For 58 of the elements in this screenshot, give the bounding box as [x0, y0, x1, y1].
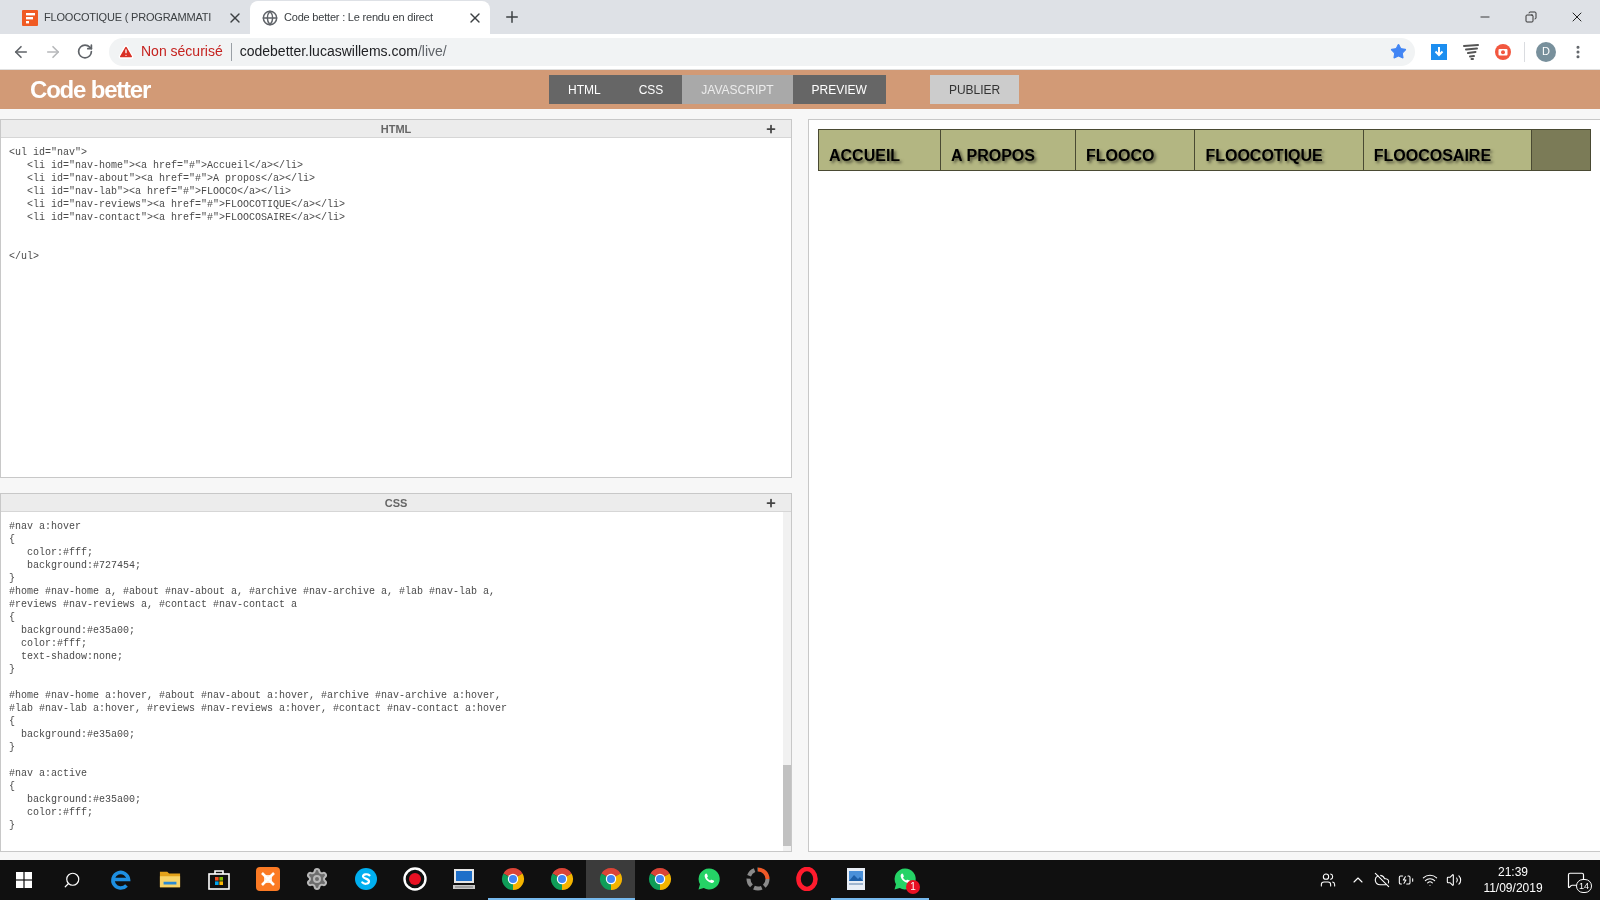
warning-icon — [118, 43, 134, 60]
browser-tab[interactable]: Code better : Le rendu en direct — [250, 1, 490, 34]
circle-logo-icon — [549, 867, 574, 891]
publish-button[interactable]: PUBLIER — [929, 75, 1020, 104]
cloud-off-icon[interactable] — [1374, 872, 1390, 888]
code-editor[interactable]: <ul id="nav"> <li id="nav-home"><a href="#">Accueil</a></li> <li id="nav-about"><a href="#">A propos</a></li> <li id="nav-lab"><a href="#">FLOOCO</a></li> <li id="nav-reviews"><a href="#">FLOOCOTIQUE</a></li> <li id="nav-contact"><a href="#">FLOOCOSAIRE</a></li> </ul> — [1, 138, 791, 477]
nav-link[interactable]: FLOOCOSAIRE — [1363, 130, 1533, 170]
browser-tab[interactable]: FLOOCOTIQUE ( PROGRAMMATI — [10, 1, 250, 34]
panel-title: CSS — [384, 496, 408, 511]
nav-bar-end — [1532, 130, 1590, 170]
circle-logo-icon — [500, 867, 525, 891]
scrollbar[interactable] — [783, 512, 791, 851]
view-tab[interactable]: PREVIEW — [792, 75, 886, 104]
camera-icon[interactable] — [1495, 43, 1511, 60]
tile-logo-icon — [255, 867, 280, 891]
code-editor[interactable]: #nav a:hover { color:#fff; background:#727454; } #home #nav-home a, #about #nav-about a, #archive #nav-archive a, #lab #nav-lab a, #reviews #nav-reviews a, #contact #nav-contact a { background:#e35a00; color:#fff; text-shadow:none; } #home #nav-home a:hover, #about #nav-about a:hover, #archive #nav-archive a:hover, #lab #nav-lab a:hover, #reviews #nav-reviews a:hover, #contact #nav-contact a:hover { background:#e35a00; } #nav a:active { background:#e35a00; color:#fff; } — [1, 512, 783, 851]
bookmark-star-icon[interactable] — [1390, 43, 1407, 60]
ring-logo-icon — [745, 867, 770, 891]
nav-link[interactable]: A PROPOS — [941, 130, 1076, 170]
url-text: codebetter.lucaswillems.com/live/ — [239, 42, 447, 61]
taskbar-app[interactable]: 1 — [880, 860, 929, 900]
nav-link[interactable]: ACCUEIL — [819, 130, 942, 170]
site-logo-icon — [22, 9, 38, 26]
nav-link[interactable]: FLOOCO — [1076, 130, 1196, 170]
notifications-button[interactable]: 14 — [1552, 860, 1600, 900]
nav-link[interactable]: FLOOCOTIQUE — [1195, 130, 1364, 170]
people-icon[interactable] — [1320, 872, 1336, 888]
plus-icon[interactable] — [765, 123, 777, 135]
restore-icon[interactable] — [1525, 11, 1537, 23]
globe-icon — [262, 9, 278, 26]
tornado-icon[interactable] — [1463, 43, 1479, 60]
volume-icon[interactable] — [1446, 872, 1462, 888]
circle-logo-icon — [598, 867, 623, 891]
view-tab[interactable]: HTML — [549, 75, 620, 104]
panel-title: HTML — [380, 122, 412, 137]
gear-icon — [304, 867, 329, 891]
record-icon — [402, 867, 427, 891]
shopping-bag-icon — [206, 867, 231, 891]
app-logo: Code better — [30, 75, 151, 103]
download-icon[interactable] — [1431, 43, 1447, 60]
security-label: Non sécurisé — [141, 42, 223, 61]
chat-bubble-icon — [696, 867, 721, 891]
oval-ring-icon — [794, 867, 819, 891]
s-logo-icon — [353, 867, 378, 891]
wifi-icon[interactable] — [1422, 872, 1438, 888]
windows-logo-icon — [16, 872, 32, 888]
address-bar[interactable]: Non sécurisé codebetter.lucaswillems.com/live/ — [109, 37, 1415, 66]
plus-icon[interactable] — [765, 497, 777, 509]
view-tab[interactable]: CSS — [619, 75, 683, 104]
notification-count: 14 — [1576, 879, 1592, 893]
search-icon — [63, 871, 81, 889]
circle-logo-icon — [647, 867, 672, 891]
unread-count: 1 — [906, 880, 920, 894]
taskbar-app[interactable] — [586, 860, 635, 900]
clock-button[interactable]: 21:39 11/09/2019 — [1474, 864, 1552, 896]
battery-icon[interactable] — [1398, 872, 1414, 888]
monitor-icon — [451, 867, 476, 891]
new-tab-icon[interactable] — [503, 8, 521, 26]
